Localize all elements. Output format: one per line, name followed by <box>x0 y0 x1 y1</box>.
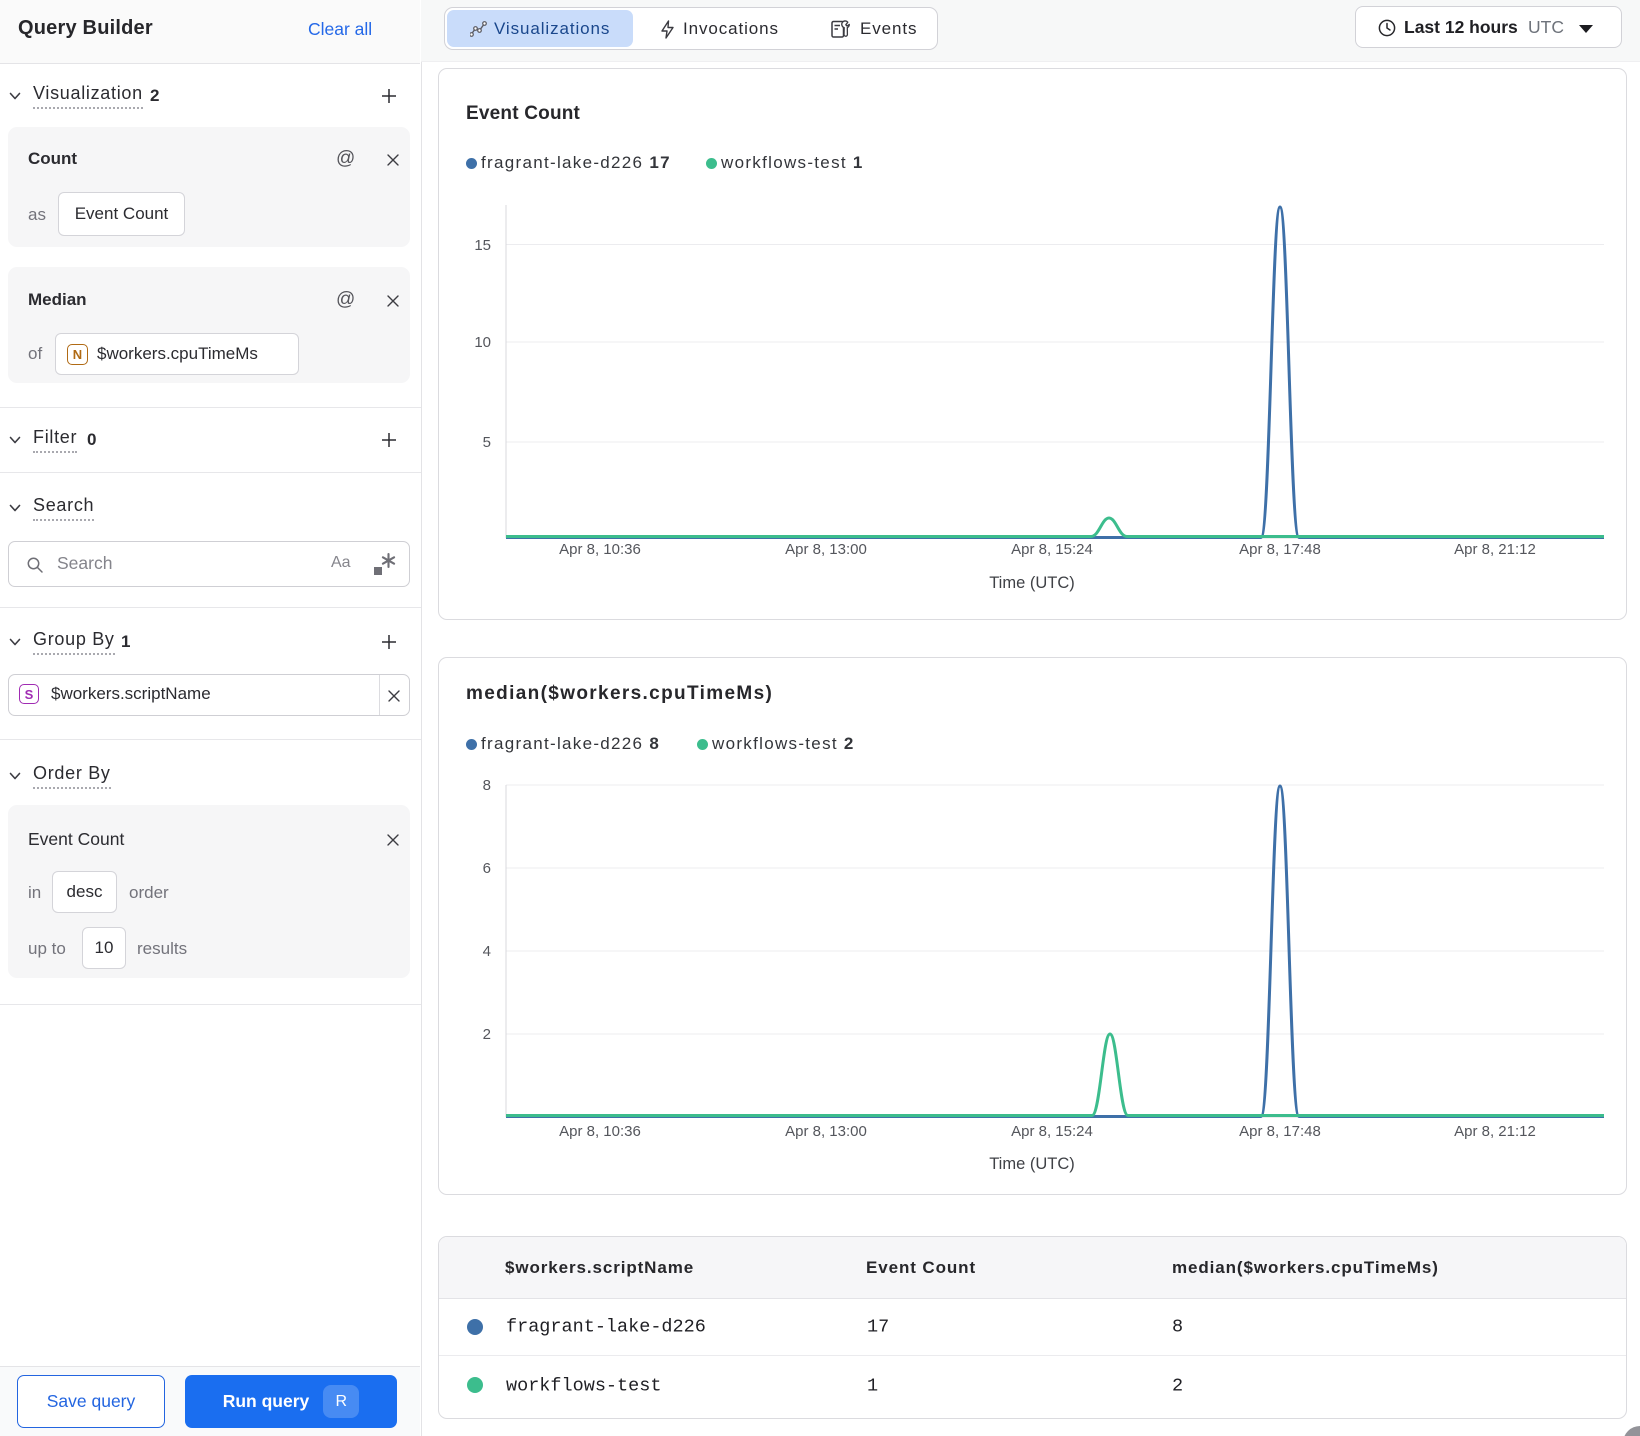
svg-text:Apr 8, 21:12: Apr 8, 21:12 <box>1454 1123 1536 1140</box>
svg-text:5: 5 <box>483 434 491 451</box>
svg-text:6: 6 <box>483 860 491 877</box>
svg-text:15: 15 <box>474 237 491 254</box>
svg-text:Apr 8, 13:00: Apr 8, 13:00 <box>785 1123 867 1140</box>
svg-text:Apr 8, 15:24: Apr 8, 15:24 <box>1011 1123 1093 1140</box>
svg-text:4: 4 <box>483 943 491 960</box>
svg-text:2: 2 <box>483 1026 491 1043</box>
svg-text:Apr 8, 10:36: Apr 8, 10:36 <box>559 1123 641 1140</box>
svg-text:Apr 8, 13:00: Apr 8, 13:00 <box>785 541 867 558</box>
svg-text:Apr 8, 15:24: Apr 8, 15:24 <box>1011 541 1093 558</box>
svg-text:Time (UTC): Time (UTC) <box>989 1155 1075 1173</box>
svg-text:Apr 8, 17:48: Apr 8, 17:48 <box>1239 541 1321 558</box>
svg-text:Apr 8, 10:36: Apr 8, 10:36 <box>559 541 641 558</box>
svg-text:Time (UTC): Time (UTC) <box>989 574 1075 592</box>
svg-text:8: 8 <box>483 777 491 794</box>
svg-text:Apr 8, 21:12: Apr 8, 21:12 <box>1454 541 1536 558</box>
svg-text:10: 10 <box>474 334 491 351</box>
svg-text:Apr 8, 17:48: Apr 8, 17:48 <box>1239 1123 1321 1140</box>
